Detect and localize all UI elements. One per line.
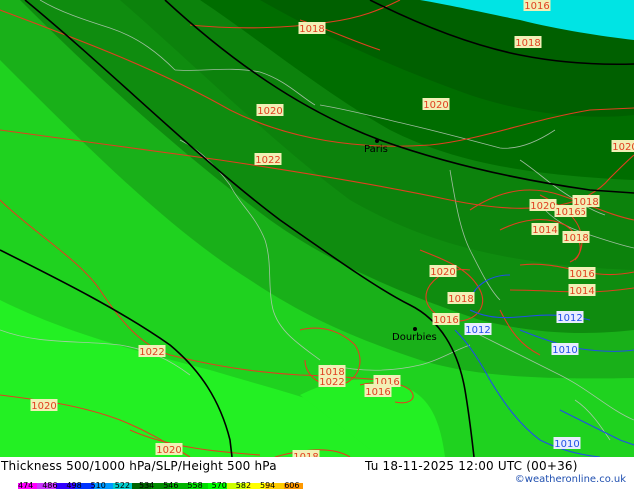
- svg-text:1022: 1022: [139, 347, 164, 358]
- svg-text:1016: 1016: [555, 207, 580, 218]
- color-legend-bar: [18, 474, 303, 480]
- svg-text:1010: 1010: [552, 345, 577, 356]
- pressure-label: 1010: [552, 343, 579, 356]
- pressure-label: 1022: [319, 375, 346, 388]
- svg-text:1018: 1018: [299, 24, 324, 35]
- legend-tick-label: 594: [260, 481, 275, 490]
- pressure-label: 1018: [293, 450, 320, 457]
- svg-text:1020: 1020: [530, 201, 555, 212]
- svg-text:1020: 1020: [31, 401, 56, 412]
- pressure-label: 1022: [139, 345, 166, 358]
- svg-text:1016: 1016: [365, 387, 390, 398]
- svg-text:1022: 1022: [319, 377, 344, 388]
- svg-text:1012: 1012: [557, 313, 582, 324]
- pressure-label: 1016: [569, 267, 596, 280]
- svg-text:1020: 1020: [156, 445, 181, 456]
- pressure-label: 1016: [433, 313, 460, 326]
- pressure-label: 1020: [257, 104, 284, 117]
- svg-text:1014: 1014: [569, 286, 594, 297]
- paris-marker: [375, 139, 379, 143]
- pressure-label: 1016: [365, 385, 392, 398]
- svg-text:1012: 1012: [465, 325, 490, 336]
- pressure-label: 1020: [530, 199, 557, 212]
- legend-tick-label: 582: [236, 481, 251, 490]
- pressure-label: 1016: [555, 205, 582, 218]
- legend-tick-label: 606: [284, 481, 299, 490]
- pressure-label: 1020: [612, 140, 634, 153]
- pressure-label: 1022: [255, 153, 282, 166]
- svg-text:1010: 1010: [554, 439, 579, 450]
- forecast-datetime: Tu 18-11-2025 12:00 UTC (00+36): [365, 459, 578, 473]
- svg-text:1016: 1016: [524, 1, 549, 12]
- svg-text:1018: 1018: [563, 233, 588, 244]
- pressure-label: 1012: [557, 311, 584, 324]
- legend-tick-label: 510: [91, 481, 106, 490]
- svg-text:1020: 1020: [612, 142, 634, 153]
- pressure-label: 1018: [299, 22, 326, 35]
- pressure-label: 1020: [423, 98, 450, 111]
- pressure-label: 1018: [448, 292, 475, 305]
- credit-link[interactable]: ©weatheronline.co.uk: [515, 474, 626, 485]
- pressure-label: 1020: [31, 399, 58, 412]
- pressure-label: 1020: [156, 443, 183, 456]
- pressure-label: 1018: [515, 36, 542, 49]
- pressure-label: 1014: [532, 223, 559, 236]
- svg-text:1020: 1020: [430, 267, 455, 278]
- svg-text:1022: 1022: [255, 155, 280, 166]
- svg-text:1016: 1016: [433, 315, 458, 326]
- svg-text:1018: 1018: [448, 294, 473, 305]
- pressure-label: 1010: [554, 437, 581, 450]
- pressure-label: 1016: [524, 0, 551, 12]
- weather-map: Paris Dourbies 1018101810161018102010201…: [0, 0, 634, 457]
- svg-text:1016: 1016: [569, 269, 594, 280]
- legend-tick-label: 522: [115, 481, 130, 490]
- map-title: Thickness 500/1000 hPa/SLP/Height 500 hP…: [1, 459, 277, 473]
- dourbies-label: Dourbies: [392, 332, 437, 343]
- legend-tick-label: 558: [187, 481, 202, 490]
- legend-tick-label: 498: [66, 481, 81, 490]
- svg-text:1018: 1018: [515, 38, 540, 49]
- pressure-label: 1020: [430, 265, 457, 278]
- legend-tick-label: 546: [163, 481, 178, 490]
- legend-tick-label: 486: [42, 481, 57, 490]
- svg-text:1020: 1020: [257, 106, 282, 117]
- legend-tick-label: 534: [139, 481, 154, 490]
- legend-tick-label: 474: [18, 481, 33, 490]
- svg-text:1020: 1020: [423, 100, 448, 111]
- pressure-label: 1012: [465, 323, 492, 336]
- pressure-label: 1014: [569, 284, 596, 297]
- map-footer: Thickness 500/1000 hPa/SLP/Height 500 hP…: [0, 457, 634, 490]
- svg-text:1014: 1014: [532, 225, 557, 236]
- paris-label: Paris: [364, 144, 388, 155]
- legend-tick-label: 570: [212, 481, 227, 490]
- pressure-label: 1018: [563, 231, 590, 244]
- dourbies-marker: [413, 327, 417, 331]
